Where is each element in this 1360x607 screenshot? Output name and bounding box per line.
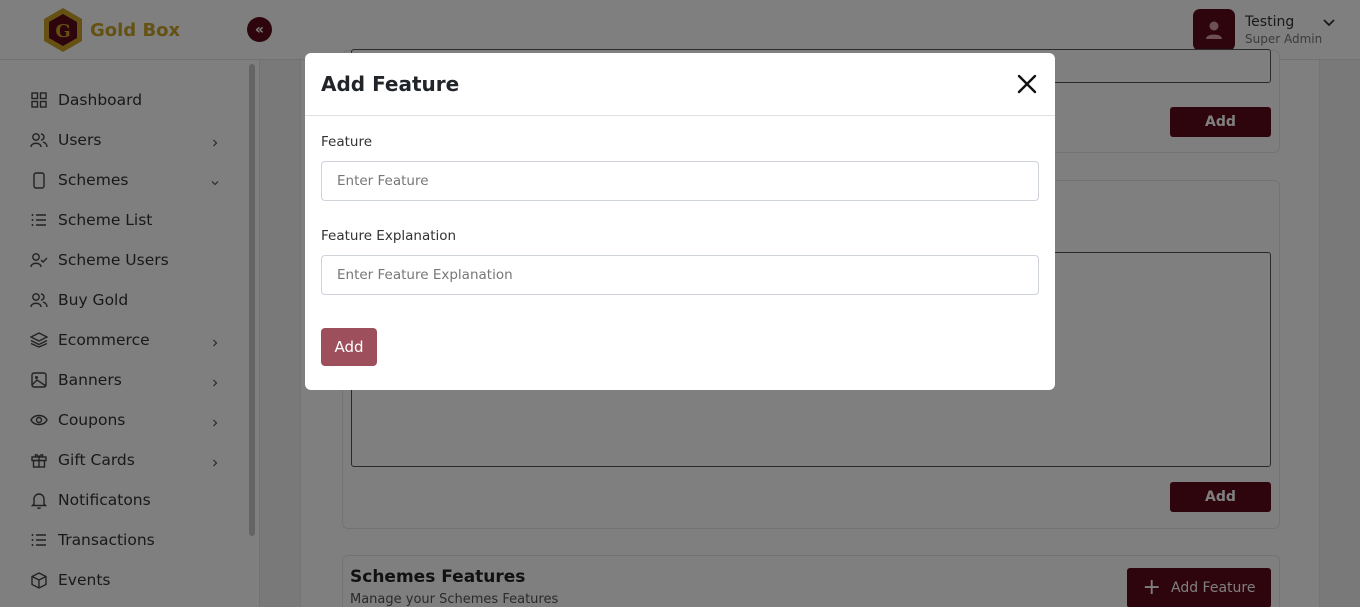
modal-header: Add Feature: [305, 53, 1055, 116]
feature-label: Feature: [321, 134, 373, 150]
feature-explanation-label: Feature Explanation: [321, 228, 457, 244]
modal-title: Add Feature: [321, 72, 460, 96]
feature-input[interactable]: [321, 161, 1039, 201]
close-icon[interactable]: [1016, 73, 1038, 95]
submit-add-button[interactable]: Add: [321, 328, 377, 366]
feature-explanation-input[interactable]: [321, 255, 1039, 295]
add-feature-modal: Add Feature Feature Feature Explanation …: [305, 53, 1055, 390]
